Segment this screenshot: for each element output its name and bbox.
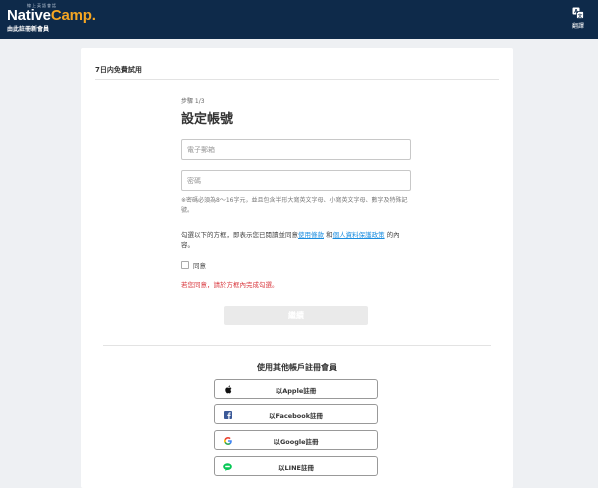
google-signup-button[interactable]: 以Google註冊 (214, 430, 378, 450)
logo-main-text: Native (7, 7, 51, 24)
terms-link[interactable]: 使用條款 (298, 231, 324, 239)
continue-button[interactable]: 繼續 (224, 306, 368, 325)
top-header: 線上英語會話 NativeCamp. 由此註冊新會員 A 文 翻譯 (0, 0, 598, 39)
consent-and: 和 (324, 231, 333, 239)
apple-signup-label: 以Apple註冊 (275, 387, 317, 395)
card-title: 7日内免費試用 (95, 66, 142, 74)
signup-card: 7日内免費試用 步驟 1/3 設定帳號 ※密碼必須為8～16字元，並且包含半形大… (81, 48, 513, 488)
translate-button[interactable]: A 文 翻譯 (567, 7, 589, 33)
line-signup-button[interactable]: 以LINE註冊 (214, 456, 378, 476)
form-title: 設定帳號 (181, 112, 234, 127)
email-field[interactable] (181, 139, 411, 160)
social-signup-title: 使用其他帳戶註冊會員 (257, 363, 337, 372)
agree-checkbox-row[interactable]: 同意 (181, 260, 206, 270)
step-indicator: 步驟 1/3 (181, 98, 205, 105)
facebook-signup-button[interactable]: 以Facebook註冊 (214, 404, 378, 424)
card-divider (95, 79, 499, 80)
consent-text: 勾選以下的方框，即表示您已閱讀並同意使用條款 和個人資料保護政策 的內容。 (181, 230, 411, 250)
line-signup-label: 以LINE註冊 (278, 464, 314, 472)
translate-icon: A 文 (572, 7, 584, 19)
password-hint: ※密碼必須為8～16字元，並且包含半形大寫英文字母、小寫英文字母、數字及特殊記號… (181, 197, 408, 214)
logo-accent-text: Camp. (50, 7, 96, 24)
error-message: 若您同意，請於方框內完成勾選。 (181, 281, 279, 289)
consent-prefix: 勾選以下的方框，即表示您已閱讀並同意 (181, 231, 298, 239)
apple-signup-button[interactable]: 以Apple註冊 (214, 379, 378, 399)
section-divider (103, 345, 491, 346)
logo-subtitle: 由此註冊新會員 (7, 26, 50, 33)
facebook-signup-label: 以Facebook註冊 (268, 412, 324, 420)
google-signup-label: 以Google註冊 (273, 438, 319, 446)
translate-label: 翻譯 (571, 23, 584, 30)
native-camp-logo[interactable]: NativeCamp. (7, 7, 96, 24)
agree-label: 同意 (193, 262, 206, 270)
password-field[interactable] (181, 170, 411, 191)
agree-checkbox[interactable] (181, 261, 189, 269)
privacy-policy-link[interactable]: 個人資料保護政策 (333, 231, 385, 239)
